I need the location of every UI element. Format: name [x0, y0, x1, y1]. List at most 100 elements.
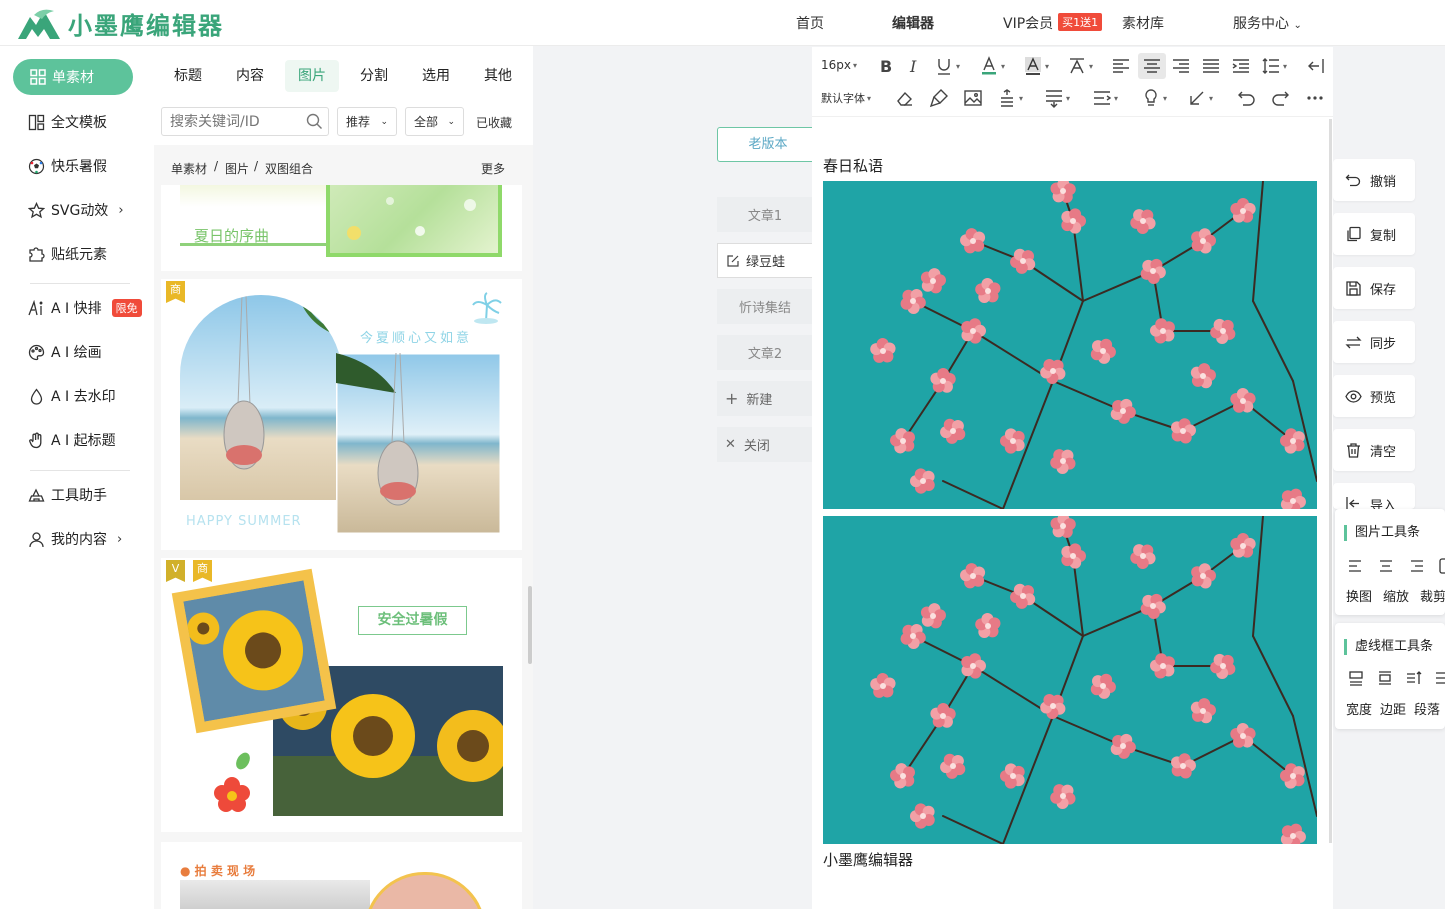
align-right-button[interactable] [1171, 56, 1191, 76]
paragraph-spacing-button[interactable]: ▾ [997, 88, 1023, 108]
italic-button[interactable]: I [905, 56, 925, 76]
left-nav-ai-title[interactable]: A I 起标题 [28, 430, 116, 450]
width-button[interactable]: 宽度 [1346, 699, 1372, 718]
left-nav-tools[interactable]: 工具助手 [28, 485, 107, 505]
replace-image-button[interactable]: 换图 [1346, 586, 1372, 605]
indent-button[interactable] [1231, 56, 1251, 76]
paragraph-icon[interactable] [1405, 669, 1423, 687]
nav-home[interactable]: 首页 [796, 13, 824, 33]
paragraph-button[interactable]: 段落 [1414, 699, 1440, 718]
exit-left-icon [1308, 59, 1324, 73]
left-nav-ai-watermark[interactable]: A I 去水印 [28, 386, 116, 406]
margin-icon[interactable] [1376, 669, 1394, 687]
text-effect-button[interactable]: ▾ [1067, 56, 1093, 76]
tools-icon [28, 488, 45, 502]
soccer-ball-icon [28, 158, 45, 174]
import-side-button[interactable]: 导入 [1333, 483, 1415, 509]
sort-select[interactable]: 推荐 ⌄ [337, 107, 397, 136]
font-color-button[interactable]: ▾ [979, 56, 1005, 76]
redo-button[interactable] [1270, 88, 1290, 108]
new-article-button[interactable]: + 新建 [717, 381, 813, 416]
left-nav-summer[interactable]: 快乐暑假 [28, 156, 107, 176]
tab-selection[interactable]: 选用 [414, 60, 458, 92]
tips-button[interactable]: ▾ [1141, 88, 1167, 108]
save-side-button[interactable]: 保存 [1333, 267, 1415, 309]
width-icon[interactable] [1347, 669, 1365, 687]
blossom-image[interactable] [823, 181, 1317, 509]
tab-other[interactable]: 其他 [476, 60, 520, 92]
crop-image-button[interactable]: 裁剪 [1420, 586, 1445, 605]
tab-content[interactable]: 内容 [228, 60, 272, 92]
left-nav-ai-layout[interactable]: A I 快排 限免 [28, 298, 142, 318]
nav-vip[interactable]: VIP会员 买1送1 [1003, 13, 1103, 33]
left-nav-my-content[interactable]: 我的内容 › [28, 529, 122, 549]
nav-service[interactable]: 服务中心 ⌄ [1233, 13, 1302, 33]
article-item-selected[interactable]: 绿豆蛙 [717, 243, 813, 278]
insert-image-button[interactable] [963, 88, 983, 108]
search-input[interactable] [161, 107, 329, 136]
left-nav-stickers[interactable]: 贴纸元素 [28, 244, 107, 264]
scope-select[interactable]: 全部 ⌄ [405, 107, 464, 136]
search-icon[interactable] [306, 113, 323, 130]
material-card[interactable]: V 商 安全过暑假 [161, 558, 522, 832]
highlight-button[interactable]: ▾ [1023, 56, 1049, 76]
import-button[interactable] [1306, 56, 1326, 76]
breadcrumb-item[interactable]: 单素材 [171, 160, 207, 177]
blossom-image[interactable] [823, 516, 1317, 844]
segment-spacing-button[interactable]: ▾ [1044, 88, 1070, 108]
material-card[interactable]: 商 今夏顺心又如意 HAPPY SUMMER [161, 279, 522, 550]
nav-library[interactable]: 素材库 [1122, 13, 1164, 33]
article-item[interactable]: 文章1 [717, 197, 813, 232]
copy-icon [1347, 226, 1361, 241]
left-nav-svg[interactable]: SVG动效 › [28, 200, 124, 220]
material-card[interactable]: ● 拍 卖 现 场 [161, 842, 522, 909]
preview-side-button[interactable]: 预览 [1333, 375, 1415, 417]
frame-icon[interactable] [1437, 557, 1445, 575]
clear-side-button[interactable]: 清空 [1333, 429, 1415, 471]
nav-editor[interactable]: 编辑器 [892, 13, 934, 33]
align-left-button[interactable] [1111, 56, 1131, 76]
left-nav-template[interactable]: 全文模板 [28, 112, 107, 132]
close-article-button[interactable]: ✕ 关闭 [717, 427, 813, 462]
old-version-button[interactable]: 老版本 [717, 127, 819, 162]
underline-button[interactable]: ▾ [934, 56, 960, 76]
copy-side-button[interactable]: 复制 [1333, 213, 1415, 255]
tab-divider[interactable]: 分割 [352, 60, 396, 92]
left-nav-single-material[interactable]: 单素材 [13, 59, 133, 95]
panel-scrollbar[interactable] [528, 586, 532, 664]
document-footer-text[interactable]: 小墨鹰编辑器 [823, 849, 913, 870]
letter-spacing-button[interactable]: ▾ [1092, 88, 1118, 108]
clear-format-button[interactable] [895, 88, 915, 108]
tab-title[interactable]: 标题 [166, 60, 210, 92]
article-item[interactable]: 文章2 [717, 335, 813, 370]
justify-button[interactable] [1201, 56, 1221, 76]
document-body[interactable]: 春日私语 [823, 155, 1317, 844]
breadcrumb-item[interactable]: 图片 [225, 160, 249, 177]
align-center-button[interactable] [1138, 53, 1166, 79]
align-left-icon[interactable] [1347, 557, 1365, 575]
line-height-button[interactable]: ▾ [1261, 56, 1287, 76]
align-center-icon[interactable] [1377, 557, 1395, 575]
undo-button[interactable] [1237, 88, 1257, 108]
document-title[interactable]: 春日私语 [823, 155, 1317, 179]
margin-button[interactable]: 边距 [1380, 699, 1406, 718]
sync-side-button[interactable]: 同步 [1333, 321, 1415, 363]
favorites-link[interactable]: 已收藏 [476, 114, 512, 131]
material-card[interactable]: 夏日的序曲 [161, 185, 522, 271]
brand-logo[interactable]: 小墨鹰编辑器 [16, 6, 224, 41]
more-align-icon[interactable] [1434, 669, 1445, 687]
editor-scrollbar[interactable] [1329, 119, 1332, 843]
align-right-icon[interactable] [1407, 557, 1425, 575]
left-nav-ai-draw[interactable]: A I 绘画 [28, 342, 102, 362]
font-size-select[interactable]: 16px ▾ [821, 58, 857, 72]
font-family-select[interactable]: 默认字体 ▾ [821, 90, 871, 106]
scale-image-button[interactable]: 缩放 [1383, 586, 1409, 605]
arrow-tool-button[interactable]: ▾ [1187, 88, 1213, 108]
article-item[interactable]: 忻诗集结 [717, 289, 813, 324]
undo-side-button[interactable]: 撤销 [1333, 159, 1415, 201]
bold-button[interactable]: B [876, 56, 896, 76]
tab-image[interactable]: 图片 [285, 60, 339, 92]
more-button[interactable] [1305, 88, 1325, 108]
more-link[interactable]: 更多 [481, 160, 505, 177]
format-painter-button[interactable] [929, 88, 949, 108]
